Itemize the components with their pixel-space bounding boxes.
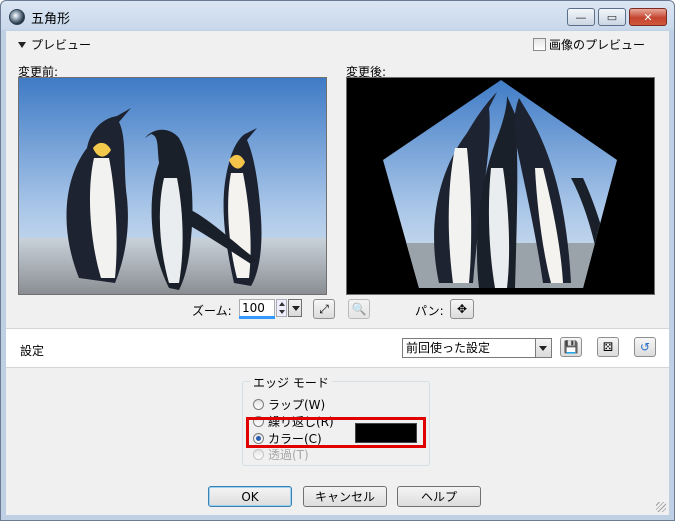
cancel-button[interactable]: キャンセル [303,486,387,507]
dialog-client: プレビュー 画像のプレビュー 変更前: 変更後: ズーム: 100 ⤢ 🔍 パン… [6,31,669,515]
zoom-input[interactable]: 100 [239,299,275,317]
chevron-down-icon [18,42,26,48]
preset-select-value: 前回使った設定 [406,341,491,355]
radio-dot[interactable] [253,399,264,410]
reset-arrow-icon: ↺ [639,340,651,354]
radio-dot [253,449,264,460]
image-preview-checkbox[interactable]: 画像のプレビュー [533,36,645,53]
checkbox-box[interactable] [533,38,546,51]
preset-select[interactable]: 前回使った設定 [402,338,552,358]
save-preset-icon: 💾 [563,340,579,354]
preview-toggle-label: プレビュー [31,38,92,52]
pan-move-icon: ✥ [456,302,468,316]
zoom-tool-icon: 🔍 [351,302,367,316]
settings-label: 設定 [20,344,45,358]
randomize-dice-icon: ⚄ [602,340,614,354]
title-bar[interactable]: 五角形 — ▭ ✕ [1,1,674,31]
zoom-tool-button[interactable]: 🔍 [348,299,370,319]
after-preview-image[interactable] [346,77,655,295]
ok-button[interactable]: OK [208,486,292,507]
minimize-button[interactable]: — [567,8,595,26]
maximize-icon: ▭ [606,10,618,24]
app-icon [9,9,25,25]
before-preview-image[interactable] [18,77,327,295]
zoom-dropdown-button[interactable] [288,299,302,317]
zoom-label: ズーム: [192,304,232,318]
close-button[interactable]: ✕ [629,8,667,26]
dialog-window: 五角形 — ▭ ✕ プレビュー 画像のプレビュー 変更前: 変更後: ズーム: … [0,0,675,521]
edge-mode-title: エッジ モード [250,374,332,391]
minimize-icon: — [575,10,587,24]
fit-window-icon: ⤢ [319,301,329,316]
fit-window-button[interactable]: ⤢ [313,299,335,319]
pan-label: パン: [415,304,444,318]
save-preset-button[interactable]: 💾 [560,337,582,357]
reset-button[interactable]: ↺ [634,337,656,357]
help-button[interactable]: ヘルプ [397,486,481,507]
preset-dropdown-arrow[interactable] [535,339,551,357]
radio-label: ラップ(W) [268,398,326,412]
preview-toggle[interactable]: プレビュー [18,36,91,53]
penguins-after-pentagon-illustration [347,78,654,294]
maximize-button[interactable]: ▭ [598,8,626,26]
zoom-spinner[interactable] [276,299,287,317]
zoom-slider-bar[interactable] [239,316,275,319]
penguins-before-illustration [19,78,326,294]
close-icon: ✕ [643,10,653,24]
edge-mode-transparent-radio: 透過(T) [253,446,309,463]
edge-mode-wrap-radio[interactable]: ラップ(W) [253,396,325,413]
divider [6,367,669,368]
image-preview-label: 画像のプレビュー [549,38,646,52]
pan-button[interactable]: ✥ [450,299,474,319]
window-title: 五角形 [31,12,71,27]
resize-grip-icon[interactable] [656,502,666,512]
highlight-box [246,417,426,448]
radio-label: 透過(T) [268,448,309,462]
randomize-button[interactable]: ⚄ [597,337,619,357]
